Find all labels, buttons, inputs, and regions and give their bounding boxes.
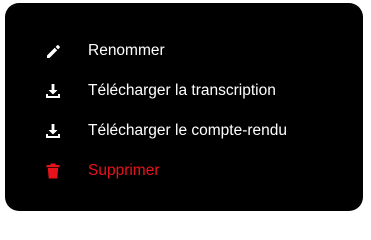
menu-item-download-transcription[interactable]: Télécharger la transcription [5,72,363,110]
menu-item-label: Renommer [88,42,165,59]
menu-item-label: Télécharger la transcription [88,82,276,99]
menu-item-delete[interactable]: Supprimer [5,152,363,190]
download-icon [43,81,63,101]
menu-item-rename[interactable]: Renommer [5,32,363,70]
download-icon [43,121,63,141]
pencil-icon [43,41,63,61]
menu-item-label: Télécharger le compte-rendu [88,122,288,139]
menu-item-download-report[interactable]: Télécharger le compte-rendu [5,112,363,150]
trash-icon [43,161,63,181]
menu-item-label: Supprimer [88,162,160,179]
context-menu: Renommer Télécharger la transcription Té… [5,3,363,211]
